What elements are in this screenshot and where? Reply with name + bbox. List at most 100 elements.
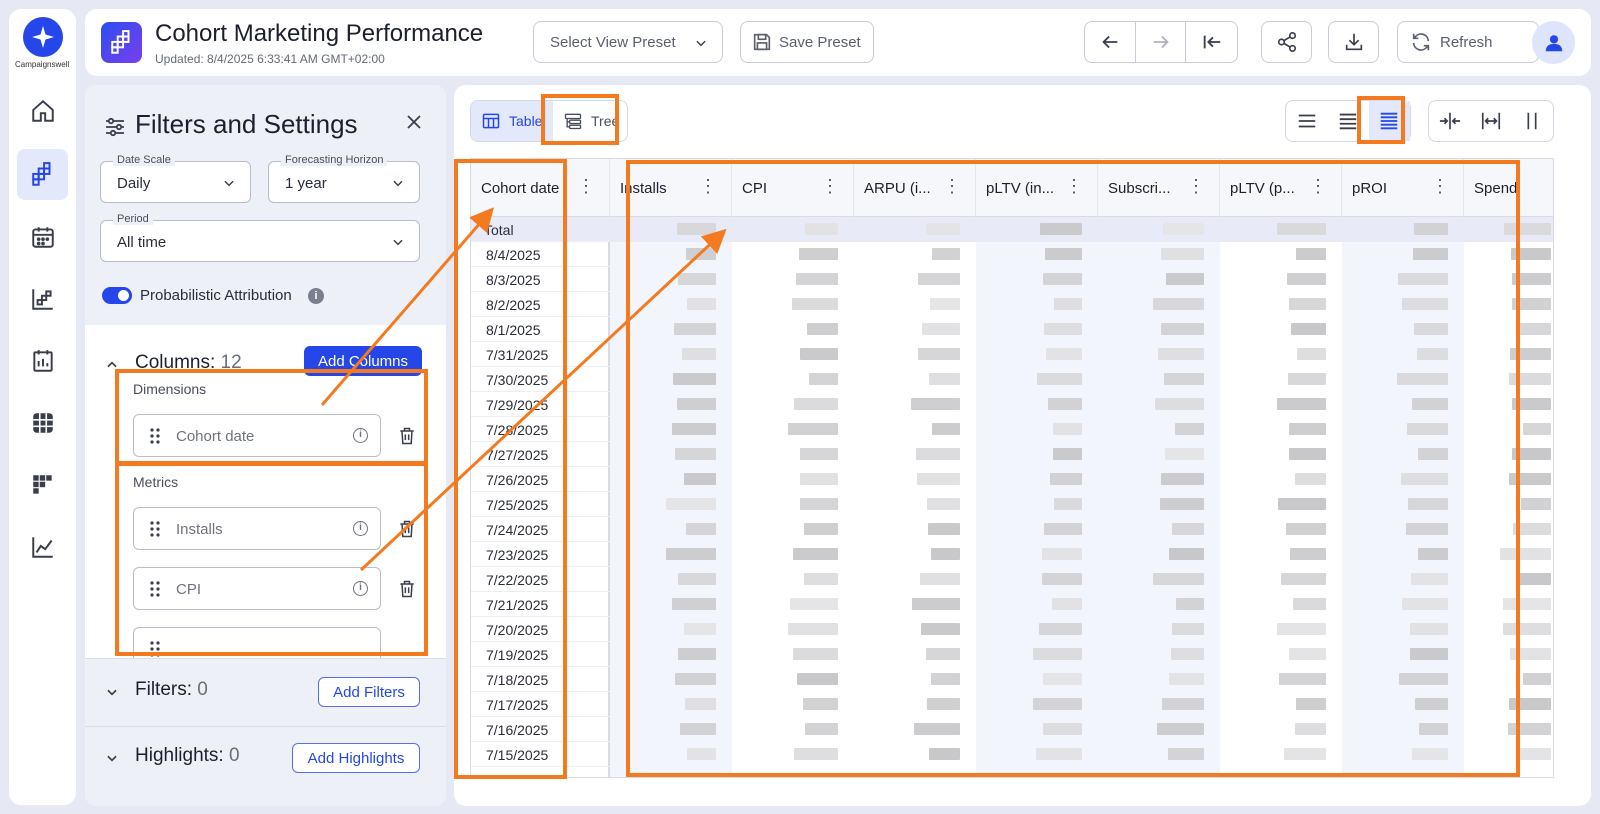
share-button[interactable] (1261, 21, 1312, 63)
table-row[interactable]: 7/15/2025 (471, 742, 610, 767)
undo-button[interactable] (1085, 22, 1136, 62)
column-item-cohort-date[interactable]: Cohort date i (133, 414, 381, 457)
column-menu-icon[interactable]: ⋮ (1065, 177, 1083, 195)
header-subscriptions[interactable]: Subscri... ⋮ (1098, 159, 1220, 217)
redacted-value (1157, 723, 1204, 735)
table-row[interactable]: 7/25/2025 (471, 492, 610, 517)
trash-icon[interactable] (397, 519, 417, 539)
table-row[interactable]: 7/28/2025 (471, 417, 610, 442)
column-menu-icon[interactable]: ⋮ (699, 177, 717, 195)
table-row[interactable]: 7/26/2025 (471, 467, 610, 492)
density-comfortable-button[interactable] (1286, 101, 1327, 141)
table-row[interactable]: 7/16/2025 (471, 717, 610, 742)
table-row[interactable]: 8/3/2025 (471, 267, 610, 292)
header-cohort-date[interactable]: Cohort date ⋮ (471, 159, 610, 217)
column-menu-icon[interactable]: ⋮ (1187, 177, 1205, 195)
chevron-down-icon[interactable] (105, 751, 119, 765)
redacted-value (932, 248, 960, 260)
expand-columns-button[interactable] (1512, 101, 1553, 141)
table-row[interactable]: 7/27/2025 (471, 442, 610, 467)
period-select[interactable]: Period All time (100, 213, 420, 262)
table-row[interactable]: 7/19/2025 (471, 642, 610, 667)
header-pltv-install[interactable]: pLTV (in... ⋮ (976, 159, 1098, 217)
view-preset-select[interactable]: Select View Preset (533, 21, 723, 63)
download-button[interactable] (1328, 21, 1379, 63)
table-row[interactable]: 7/20/2025 (471, 617, 610, 642)
add-columns-button[interactable]: Add Columns (304, 346, 422, 376)
table-row[interactable]: 8/2/2025 (471, 292, 610, 317)
grid-icon[interactable] (17, 397, 68, 448)
info-icon[interactable]: i (353, 428, 368, 443)
drag-handle-icon[interactable] (150, 520, 160, 538)
date-scale-select[interactable]: Date Scale Daily (100, 154, 251, 203)
redacted-value (1410, 648, 1448, 660)
column-menu-icon[interactable]: ⋮ (943, 177, 961, 195)
redacted-value (1503, 598, 1551, 610)
drag-handle-icon[interactable] (150, 580, 160, 598)
density-compact-button[interactable] (1368, 101, 1410, 141)
header-pltv-paying[interactable]: pLTV (p... ⋮ (1220, 159, 1342, 217)
drag-handle-icon[interactable] (150, 640, 160, 658)
probabilistic-attribution-toggle[interactable] (102, 287, 132, 304)
column-menu-icon[interactable]: ⋮ (577, 177, 595, 195)
refresh-button[interactable]: Refresh (1397, 21, 1539, 63)
header-arpu[interactable]: ARPU (i... ⋮ (854, 159, 976, 217)
table-row[interactable]: 7/31/2025 (471, 342, 610, 367)
chart-icon[interactable] (17, 521, 68, 572)
add-highlights-button[interactable]: Add Highlights (292, 743, 420, 773)
report-icon[interactable] (17, 335, 68, 386)
header-proi[interactable]: pROI ⋮ (1342, 159, 1464, 217)
density-standard-button[interactable] (1327, 101, 1368, 141)
table-row[interactable]: 8/1/2025 (471, 317, 610, 342)
header-label: pLTV (p... (1230, 180, 1295, 197)
save-preset-button[interactable]: Save Preset (740, 21, 874, 63)
calendar-icon[interactable] (17, 211, 68, 262)
header-spend[interactable]: Spend (1464, 159, 1553, 217)
table-row[interactable]: 7/17/2025 (471, 692, 610, 717)
table-row[interactable]: 7/22/2025 (471, 567, 610, 592)
tab-tree[interactable]: Tree (553, 101, 627, 141)
column-item-cpi[interactable]: CPI i (133, 567, 381, 610)
header-installs[interactable]: Installs ⋮ (610, 159, 732, 217)
user-avatar[interactable] (1532, 21, 1575, 64)
cohort-icon[interactable] (17, 149, 68, 200)
table-row[interactable]: 8/4/2025 (471, 242, 610, 267)
chevron-up-icon[interactable] (105, 358, 119, 372)
close-icon[interactable] (405, 113, 423, 131)
table-row[interactable]: 7/30/2025 (471, 367, 610, 392)
column-menu-icon[interactable]: ⋮ (1431, 177, 1449, 195)
heatmap-icon[interactable] (17, 459, 68, 510)
info-icon[interactable]: i (353, 581, 368, 596)
trash-icon[interactable] (397, 579, 417, 599)
table-row[interactable]: 7/23/2025 (471, 542, 610, 567)
redacted-value (675, 673, 716, 685)
column-menu-icon[interactable]: ⋮ (1309, 177, 1327, 195)
table-row[interactable]: 7/29/2025 (471, 392, 610, 417)
redacted-value (797, 673, 838, 685)
chevron-down-icon[interactable] (105, 685, 119, 699)
reset-history-button[interactable] (1186, 22, 1237, 62)
redo-button[interactable] (1136, 22, 1187, 62)
shrink-columns-button[interactable] (1429, 101, 1470, 141)
trash-icon[interactable] (397, 426, 417, 446)
column-menu-icon[interactable]: ⋮ (821, 177, 839, 195)
funnel-icon[interactable] (17, 273, 68, 324)
brand-logo[interactable]: Campaignswell (15, 17, 69, 69)
drag-handle-icon[interactable] (150, 427, 160, 445)
redacted-value (800, 498, 838, 510)
fit-columns-button[interactable] (1470, 101, 1511, 141)
table-row[interactable]: 7/21/2025 (471, 592, 610, 617)
add-filters-button[interactable]: Add Filters (318, 677, 420, 707)
table-row[interactable]: 7/18/2025 (471, 667, 610, 692)
redacted-value (1163, 223, 1204, 235)
table-row-total[interactable]: Total (471, 217, 610, 242)
table-row[interactable]: 7/24/2025 (471, 517, 610, 542)
forecasting-horizon-select[interactable]: Forecasting Horizon 1 year (268, 154, 420, 203)
info-icon[interactable]: i (308, 288, 324, 304)
redacted-value (805, 223, 838, 235)
column-item-installs[interactable]: Installs i (133, 507, 381, 550)
header-cpi[interactable]: CPI ⋮ (732, 159, 854, 217)
info-icon[interactable]: i (353, 521, 368, 536)
tab-table[interactable]: Table (471, 101, 553, 141)
home-icon[interactable] (17, 85, 68, 136)
